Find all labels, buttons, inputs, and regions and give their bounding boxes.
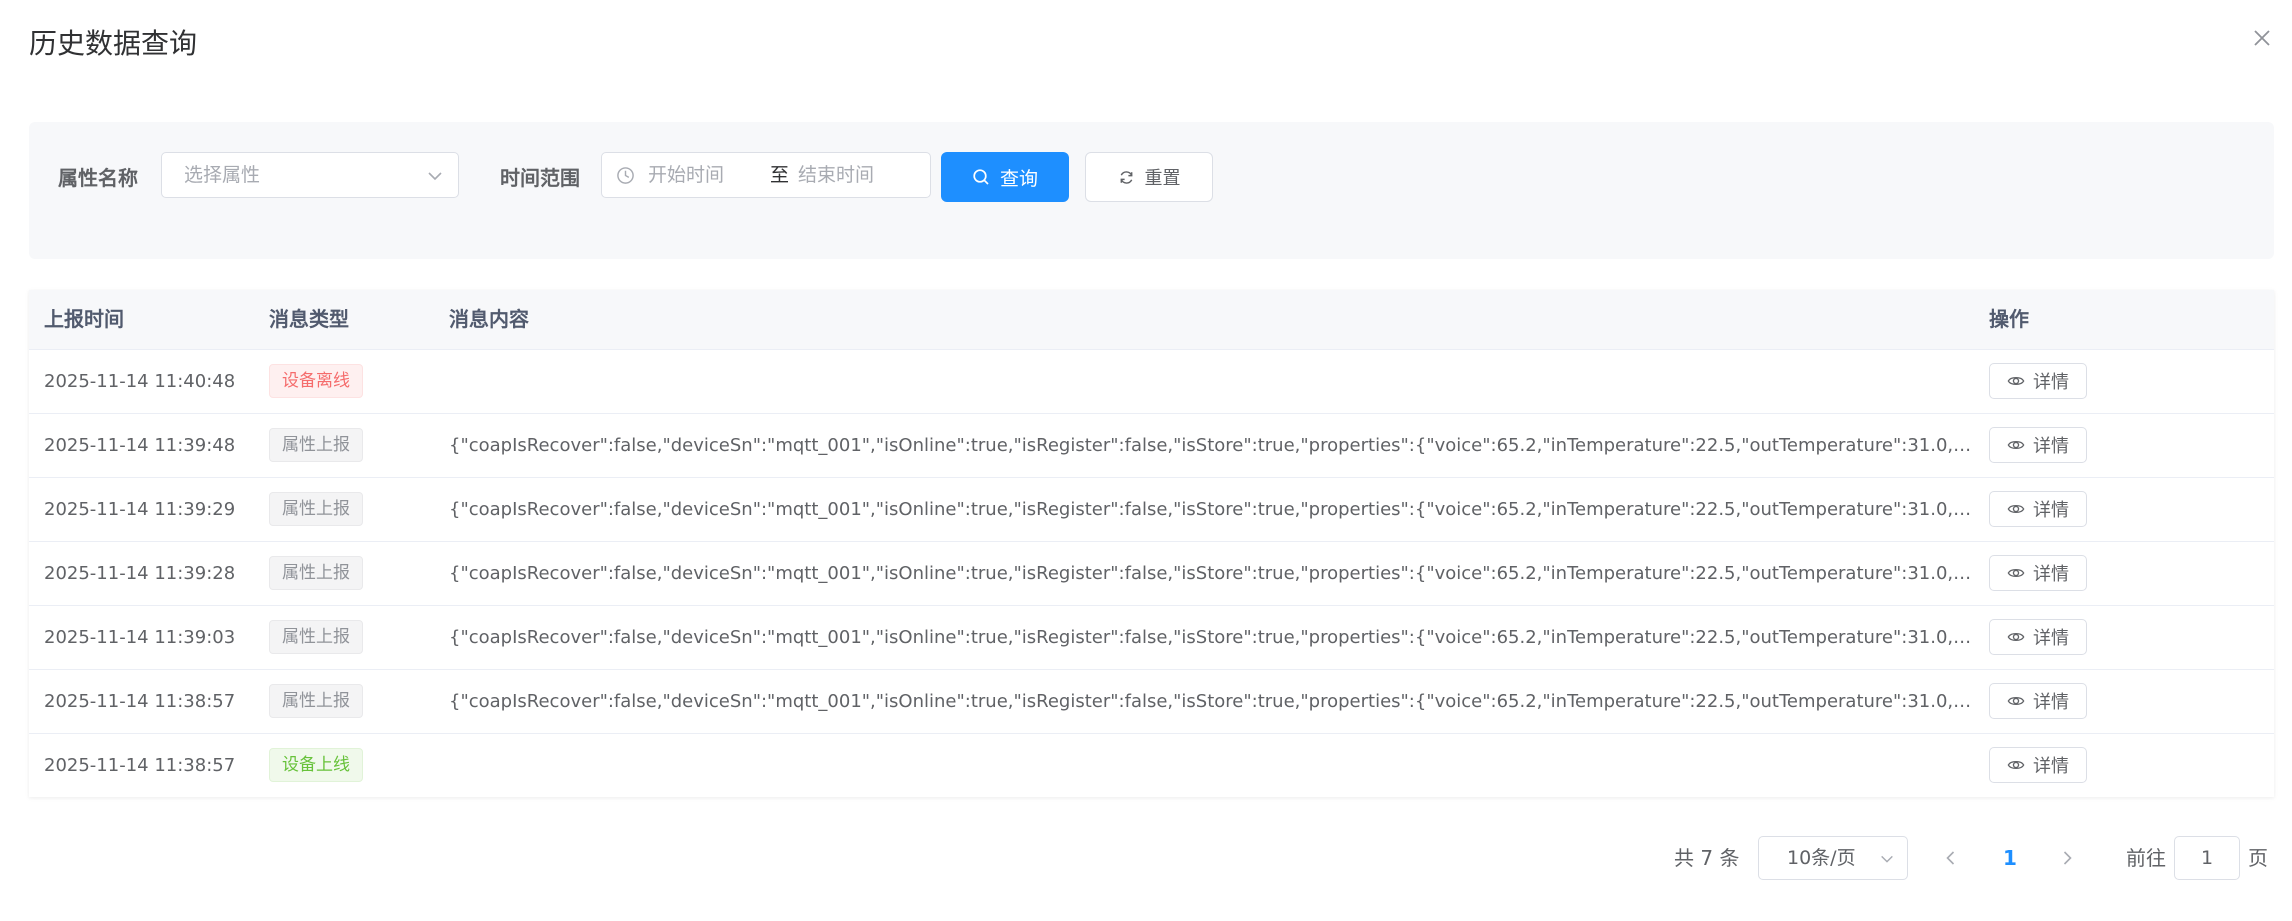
table-row: 2025-11-14 11:38:57 设备上线 详情 [29, 734, 2274, 797]
eye-icon [2007, 632, 2025, 642]
search-panel: 属性名称 选择属性 时间范围 开始时间 至 结束时间 查询 重置 [29, 122, 2274, 259]
time-label: 时间范围 [500, 166, 580, 190]
eye-icon [2007, 696, 2025, 706]
row-content: {"coapIsRecover":false,"deviceSn":"mqtt_… [449, 691, 1979, 712]
reset-button-label: 重置 [1144, 168, 1181, 189]
eye-icon [2007, 376, 2025, 386]
dialog-header: 历史数据查询 [0, 0, 2292, 90]
row-time: 2025-11-14 11:39:28 [44, 563, 236, 584]
detail-button-label: 详情 [2033, 372, 2069, 393]
eye-icon [2007, 440, 2025, 450]
chevron-down-icon [428, 172, 442, 181]
type-tag: 属性上报 [269, 620, 363, 654]
chevron-right-icon[interactable] [2058, 849, 2076, 867]
time-range-picker[interactable]: 开始时间 至 结束时间 [601, 152, 931, 198]
goto-label: 前往 [2126, 846, 2166, 870]
dialog-title: 历史数据查询 [29, 27, 198, 60]
detail-button-label: 详情 [2033, 564, 2069, 585]
detail-button[interactable]: 详情 [1989, 747, 2087, 783]
row-time: 2025-11-14 11:39:29 [44, 499, 236, 520]
type-tag: 设备上线 [269, 748, 363, 782]
row-content: {"coapIsRecover":false,"deviceSn":"mqtt_… [449, 499, 1979, 520]
page-number-current[interactable]: 1 [1990, 836, 2030, 880]
type-tag: 属性上报 [269, 556, 363, 590]
chevron-left-icon[interactable] [1942, 849, 1960, 867]
detail-button[interactable]: 详情 [1989, 363, 2087, 399]
detail-button-label: 详情 [2033, 692, 2069, 713]
table-row: 2025-11-14 11:39:29 属性上报 {"coapIsRecover… [29, 478, 2274, 542]
header-type: 消息类型 [269, 307, 349, 331]
attr-select-placeholder: 选择属性 [184, 164, 261, 186]
detail-button[interactable]: 详情 [1989, 619, 2087, 655]
page-size-value: 10条/页 [1787, 847, 1856, 869]
table-header: 上报时间 消息类型 消息内容 操作 [29, 290, 2274, 350]
end-time-input[interactable]: 结束时间 [798, 153, 874, 197]
goto-page-input[interactable] [2174, 836, 2240, 880]
eye-icon [2007, 504, 2025, 514]
table-row: 2025-11-14 11:39:48 属性上报 {"coapIsRecover… [29, 414, 2274, 478]
table-row: 2025-11-14 11:40:48 设备离线 详情 [29, 350, 2274, 414]
page-size-select[interactable]: 10条/页 [1758, 836, 1908, 880]
header-content: 消息内容 [449, 307, 529, 331]
pagination: 共 7 条 10条/页 1 前往 页 [0, 836, 2292, 880]
detail-button-label: 详情 [2033, 436, 2069, 457]
chevron-down-icon [1881, 855, 1893, 863]
row-content: {"coapIsRecover":false,"deviceSn":"mqtt_… [449, 435, 1979, 456]
row-content: {"coapIsRecover":false,"deviceSn":"mqtt_… [449, 627, 1979, 648]
table-row: 2025-11-14 11:39:03 属性上报 {"coapIsRecover… [29, 606, 2274, 670]
row-time: 2025-11-14 11:38:57 [44, 691, 236, 712]
header-op: 操作 [1989, 307, 2029, 331]
attr-label: 属性名称 [58, 166, 138, 190]
table-row: 2025-11-14 11:38:57 属性上报 {"coapIsRecover… [29, 670, 2274, 734]
reset-button[interactable]: 重置 [1085, 152, 1213, 202]
row-time: 2025-11-14 11:40:48 [44, 371, 236, 392]
query-button[interactable]: 查询 [941, 152, 1069, 202]
detail-button[interactable]: 详情 [1989, 683, 2087, 719]
detail-button[interactable]: 详情 [1989, 427, 2087, 463]
refresh-icon [1120, 170, 1132, 184]
detail-button[interactable]: 详情 [1989, 491, 2087, 527]
history-table: 上报时间 消息类型 消息内容 操作 2025-11-14 11:40:48 设备… [29, 290, 2274, 797]
start-time-input[interactable]: 开始时间 [648, 153, 724, 197]
eye-icon [2007, 568, 2025, 578]
pagination-total: 共 7 条 [1674, 846, 1740, 870]
page-suffix: 页 [2248, 846, 2268, 870]
type-tag: 设备离线 [269, 364, 363, 398]
row-content: {"coapIsRecover":false,"deviceSn":"mqtt_… [449, 563, 1979, 584]
header-time: 上报时间 [44, 307, 124, 331]
type-tag: 属性上报 [269, 492, 363, 526]
range-separator: 至 [770, 164, 790, 186]
row-time: 2025-11-14 11:39:03 [44, 627, 236, 648]
table-row: 2025-11-14 11:39:28 属性上报 {"coapIsRecover… [29, 542, 2274, 606]
close-icon [2254, 30, 2270, 46]
row-time: 2025-11-14 11:39:48 [44, 435, 236, 456]
row-time: 2025-11-14 11:38:57 [44, 755, 236, 776]
type-tag: 属性上报 [269, 428, 363, 462]
search-icon [973, 169, 989, 185]
detail-button[interactable]: 详情 [1989, 555, 2087, 591]
attr-select[interactable]: 选择属性 [161, 152, 459, 198]
query-button-label: 查询 [999, 167, 1038, 190]
eye-icon [2007, 760, 2025, 770]
clock-icon [617, 167, 634, 184]
detail-button-label: 详情 [2033, 756, 2069, 777]
detail-button-label: 详情 [2033, 500, 2069, 521]
type-tag: 属性上报 [269, 684, 363, 718]
close-button[interactable] [2250, 26, 2274, 50]
detail-button-label: 详情 [2033, 628, 2069, 649]
